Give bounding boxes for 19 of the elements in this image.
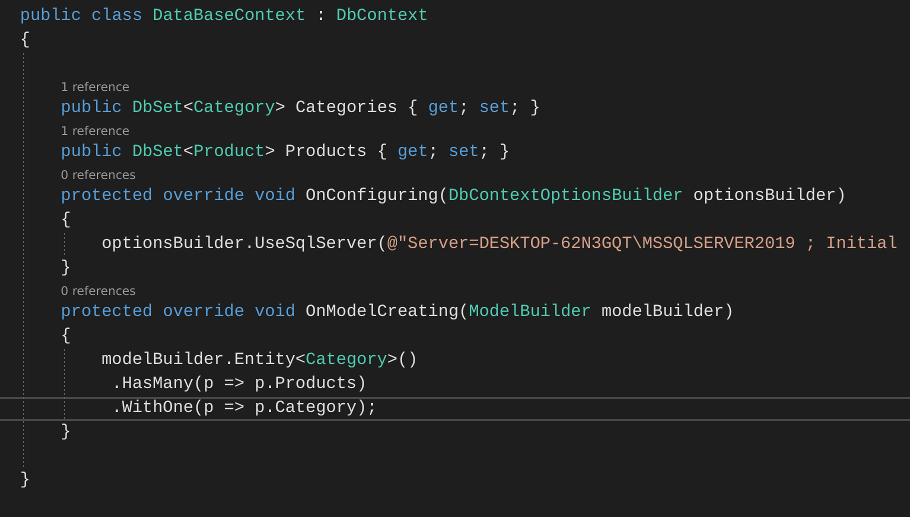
code-line: optionsBuilder.UseSqlServer(@"Server=DESKTOP-62N3GQT\MSSQLSERVER2019 ; Initial <box>102 235 898 255</box>
code-line: .HasMany(p => p.Products) <box>110 375 367 395</box>
reference-count-link[interactable]: 1 reference <box>60 124 130 138</box>
code-line: .WithOne(p => p.Category); <box>110 399 378 419</box>
code-line: public DbSet<Product> Products { get; set; } <box>60 143 510 163</box>
code-line: public class DataBaseContext : DbContext <box>20 7 428 27</box>
code-line: { <box>60 211 71 231</box>
code-line: } <box>20 471 30 491</box>
code-line: } <box>60 259 71 279</box>
code-line: { <box>60 327 71 347</box>
code-line: public DbSet<Category> Categories { get; set; } <box>60 99 540 119</box>
reference-count-link[interactable]: 0 references <box>60 284 136 298</box>
code-line: protected override void OnModelCreating(ModelBuilder modelBuilder) <box>60 303 734 323</box>
reference-count-link[interactable]: 0 references <box>60 168 136 182</box>
code-line: protected override void OnConfiguring(DbContextOptionsBuilder optionsBuilder) <box>60 187 846 207</box>
code-line: modelBuilder.Entity<Category>() <box>102 351 418 371</box>
reference-count-link[interactable]: 1 reference <box>60 80 130 94</box>
code-line: } <box>60 423 71 443</box>
code-line: { <box>20 31 30 51</box>
